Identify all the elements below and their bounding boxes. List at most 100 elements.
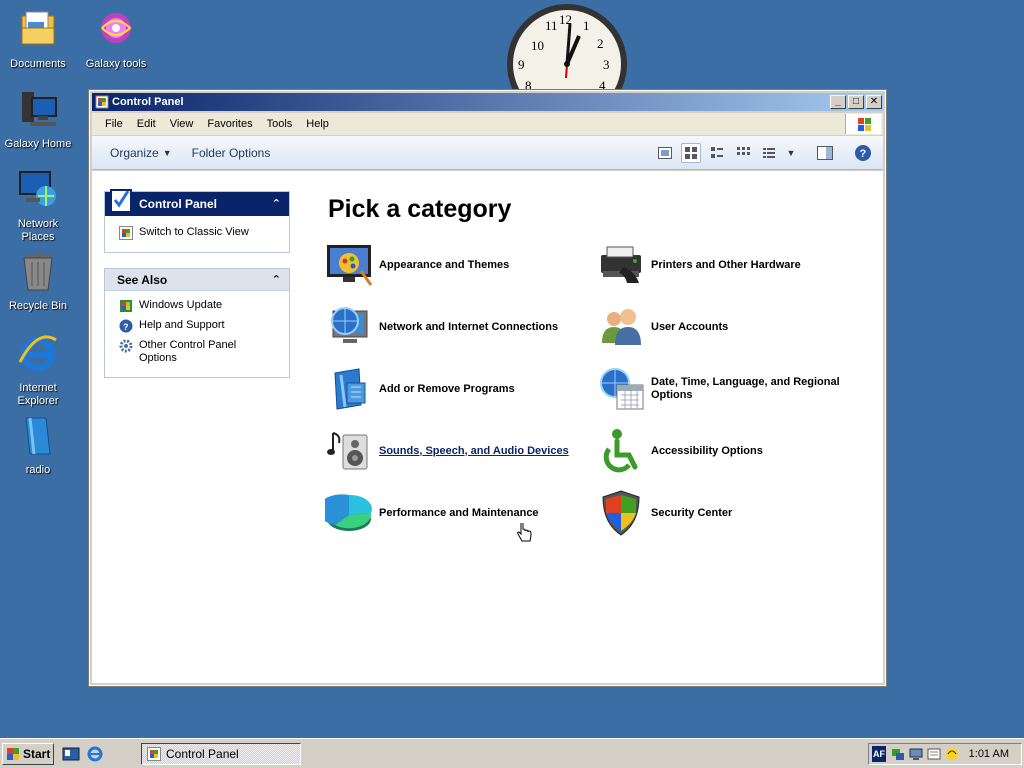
windows-flag-icon xyxy=(7,748,19,760)
help-icon[interactable]: ? xyxy=(853,143,873,163)
menu-favorites[interactable]: Favorites xyxy=(200,118,259,130)
folder-options-label: Folder Options xyxy=(191,145,271,160)
collapse-icon[interactable]: ⌃ xyxy=(272,192,281,216)
help-support-label: Help and Support xyxy=(139,319,225,331)
category-label: Printers and Other Hardware xyxy=(651,258,801,271)
minimize-button[interactable]: _ xyxy=(830,95,846,109)
network-icon xyxy=(331,307,368,343)
display-tray-icon[interactable] xyxy=(909,747,923,761)
thumbnails-view-icon[interactable] xyxy=(655,143,675,163)
task-label: Control Panel xyxy=(166,747,239,761)
keyboard-tray-icon[interactable] xyxy=(927,747,941,761)
desktop-icon-galaxy-tools[interactable]: Galaxy tools xyxy=(78,8,154,71)
window-title: Control Panel xyxy=(112,96,184,108)
menu-tools[interactable]: Tools xyxy=(260,118,300,130)
desktop-icon-label: radio xyxy=(25,464,51,476)
appearance-icon xyxy=(327,245,373,286)
category-printers-hardware[interactable]: Printers and Other Hardware xyxy=(597,241,801,289)
performance-icon xyxy=(325,494,372,531)
windows-update-label: Windows Update xyxy=(139,299,223,311)
control-panel-icon xyxy=(95,95,109,109)
task-pane-title: Control Panel xyxy=(139,197,218,211)
other-options-link[interactable]: Other Control Panel Options xyxy=(105,336,289,368)
category-user-accounts[interactable]: User Accounts xyxy=(597,303,728,351)
icons-view-icon[interactable] xyxy=(707,143,727,163)
category-label: Performance and Maintenance xyxy=(379,506,539,519)
menu-edit[interactable]: Edit xyxy=(130,118,163,130)
start-button[interactable]: Start xyxy=(2,743,54,765)
switch-classic-view-link[interactable]: Switch to Classic View xyxy=(105,216,289,243)
clock-number: 10 xyxy=(531,38,544,53)
details-view-icon[interactable] xyxy=(759,143,779,163)
preview-pane-icon[interactable] xyxy=(815,143,835,163)
network-places-icon xyxy=(19,171,56,206)
tiles-view-icon[interactable] xyxy=(681,143,701,163)
recycle-bin-icon xyxy=(23,254,53,291)
printer-icon xyxy=(601,246,641,283)
folder-options-button[interactable]: Folder Options xyxy=(182,146,281,160)
internet-explorer-quicklaunch-icon[interactable] xyxy=(86,745,104,763)
desktop-icon-documents[interactable]: Documents xyxy=(0,8,76,71)
datetime-icon xyxy=(600,368,644,410)
category-date-time-language[interactable]: Date, Time, Language, and Regional Optio… xyxy=(597,365,883,413)
title-bar[interactable]: Control Panel _ □ ✕ xyxy=(92,93,883,111)
category-label: Security Center xyxy=(651,506,733,519)
radio-icon xyxy=(25,417,51,455)
category-label: Date, Time, Language, and Regional Optio… xyxy=(651,376,840,401)
menu-bar: File Edit View Favorites Tools Help xyxy=(92,113,883,135)
category-security-center[interactable]: Security Center xyxy=(597,489,732,537)
clock-time[interactable]: 1:01 AM xyxy=(969,744,1009,764)
view-dropdown-icon[interactable]: ▼ xyxy=(785,143,797,163)
classic-view-icon xyxy=(119,226,133,240)
see-also-pane: See Also ⌃ Windows Update ? Help and Sup… xyxy=(104,268,290,378)
help-support-link[interactable]: ? Help and Support xyxy=(105,316,289,336)
control-panel-task-pane: Control Panel ⌃ Switch to Classic View xyxy=(104,189,290,253)
windows-update-link[interactable]: Windows Update xyxy=(105,291,289,316)
language-indicator[interactable]: AF xyxy=(872,746,886,762)
volume-tray-icon[interactable] xyxy=(945,747,959,761)
network-tray-icon[interactable] xyxy=(891,747,905,761)
desktop-icon-label: Recycle Bin xyxy=(8,300,68,312)
see-also-header[interactable]: See Also ⌃ xyxy=(105,269,289,291)
maximize-button[interactable]: □ xyxy=(848,95,864,109)
see-also-title: See Also xyxy=(117,273,168,287)
category-label: Network and Internet Connections xyxy=(379,320,559,333)
desktop-icon-label: Galaxy Home xyxy=(4,138,72,150)
show-desktop-icon[interactable] xyxy=(62,745,80,763)
desktop-icon-network-places[interactable]: Network Places xyxy=(0,168,76,244)
desktop-icon-galaxy-home[interactable]: Galaxy Home xyxy=(0,88,76,151)
windows-logo xyxy=(845,114,881,134)
menu-help[interactable]: Help xyxy=(299,118,336,130)
clock-number: 1 xyxy=(583,18,590,33)
programs-icon xyxy=(334,368,366,410)
galaxy-tools-icon xyxy=(101,13,132,43)
category-label: Appearance and Themes xyxy=(379,258,510,271)
category-sounds-audio[interactable]: Sounds, Speech, and Audio Devices xyxy=(325,427,569,475)
control-panel-window[interactable]: Control Panel _ □ ✕ File Edit View Favor… xyxy=(88,89,887,687)
windows-update-icon xyxy=(120,300,132,312)
security-icon xyxy=(602,490,640,536)
documents-icon xyxy=(21,11,55,45)
accessibility-icon xyxy=(603,429,638,473)
desktop-icon-recycle-bin[interactable]: Recycle Bin xyxy=(0,250,76,313)
desktop-icon-internet-explorer[interactable]: Internet Explorer xyxy=(0,332,76,408)
clock-number: 11 xyxy=(545,18,558,33)
clock-gadget[interactable]: 10 11 12 1 2 3 9 8 4 xyxy=(503,2,631,102)
task-pane-header[interactable]: Control Panel ⌃ xyxy=(105,189,289,216)
menu-view[interactable]: View xyxy=(163,118,201,130)
collapse-icon[interactable]: ⌃ xyxy=(272,269,281,291)
taskbar-button-control-panel[interactable]: Control Panel xyxy=(141,743,301,765)
clock-number: 3 xyxy=(603,57,610,72)
category-network-internet[interactable]: Network and Internet Connections xyxy=(325,303,558,351)
list-view-icon[interactable] xyxy=(733,143,753,163)
category-accessibility[interactable]: Accessibility Options xyxy=(597,427,763,475)
category-appearance-themes[interactable]: Appearance and Themes xyxy=(325,241,509,289)
category-label: Accessibility Options xyxy=(651,444,763,457)
category-add-remove-programs[interactable]: Add or Remove Programs xyxy=(325,365,515,413)
menu-file[interactable]: File xyxy=(98,118,130,130)
organize-button[interactable]: Organize ▼ xyxy=(100,146,182,160)
desktop-icon-label: Internet Explorer xyxy=(17,382,59,407)
close-button[interactable]: ✕ xyxy=(866,95,882,109)
desktop-icon-radio[interactable]: radio xyxy=(0,414,76,477)
category-performance-maintenance[interactable]: Performance and Maintenance xyxy=(325,489,539,537)
